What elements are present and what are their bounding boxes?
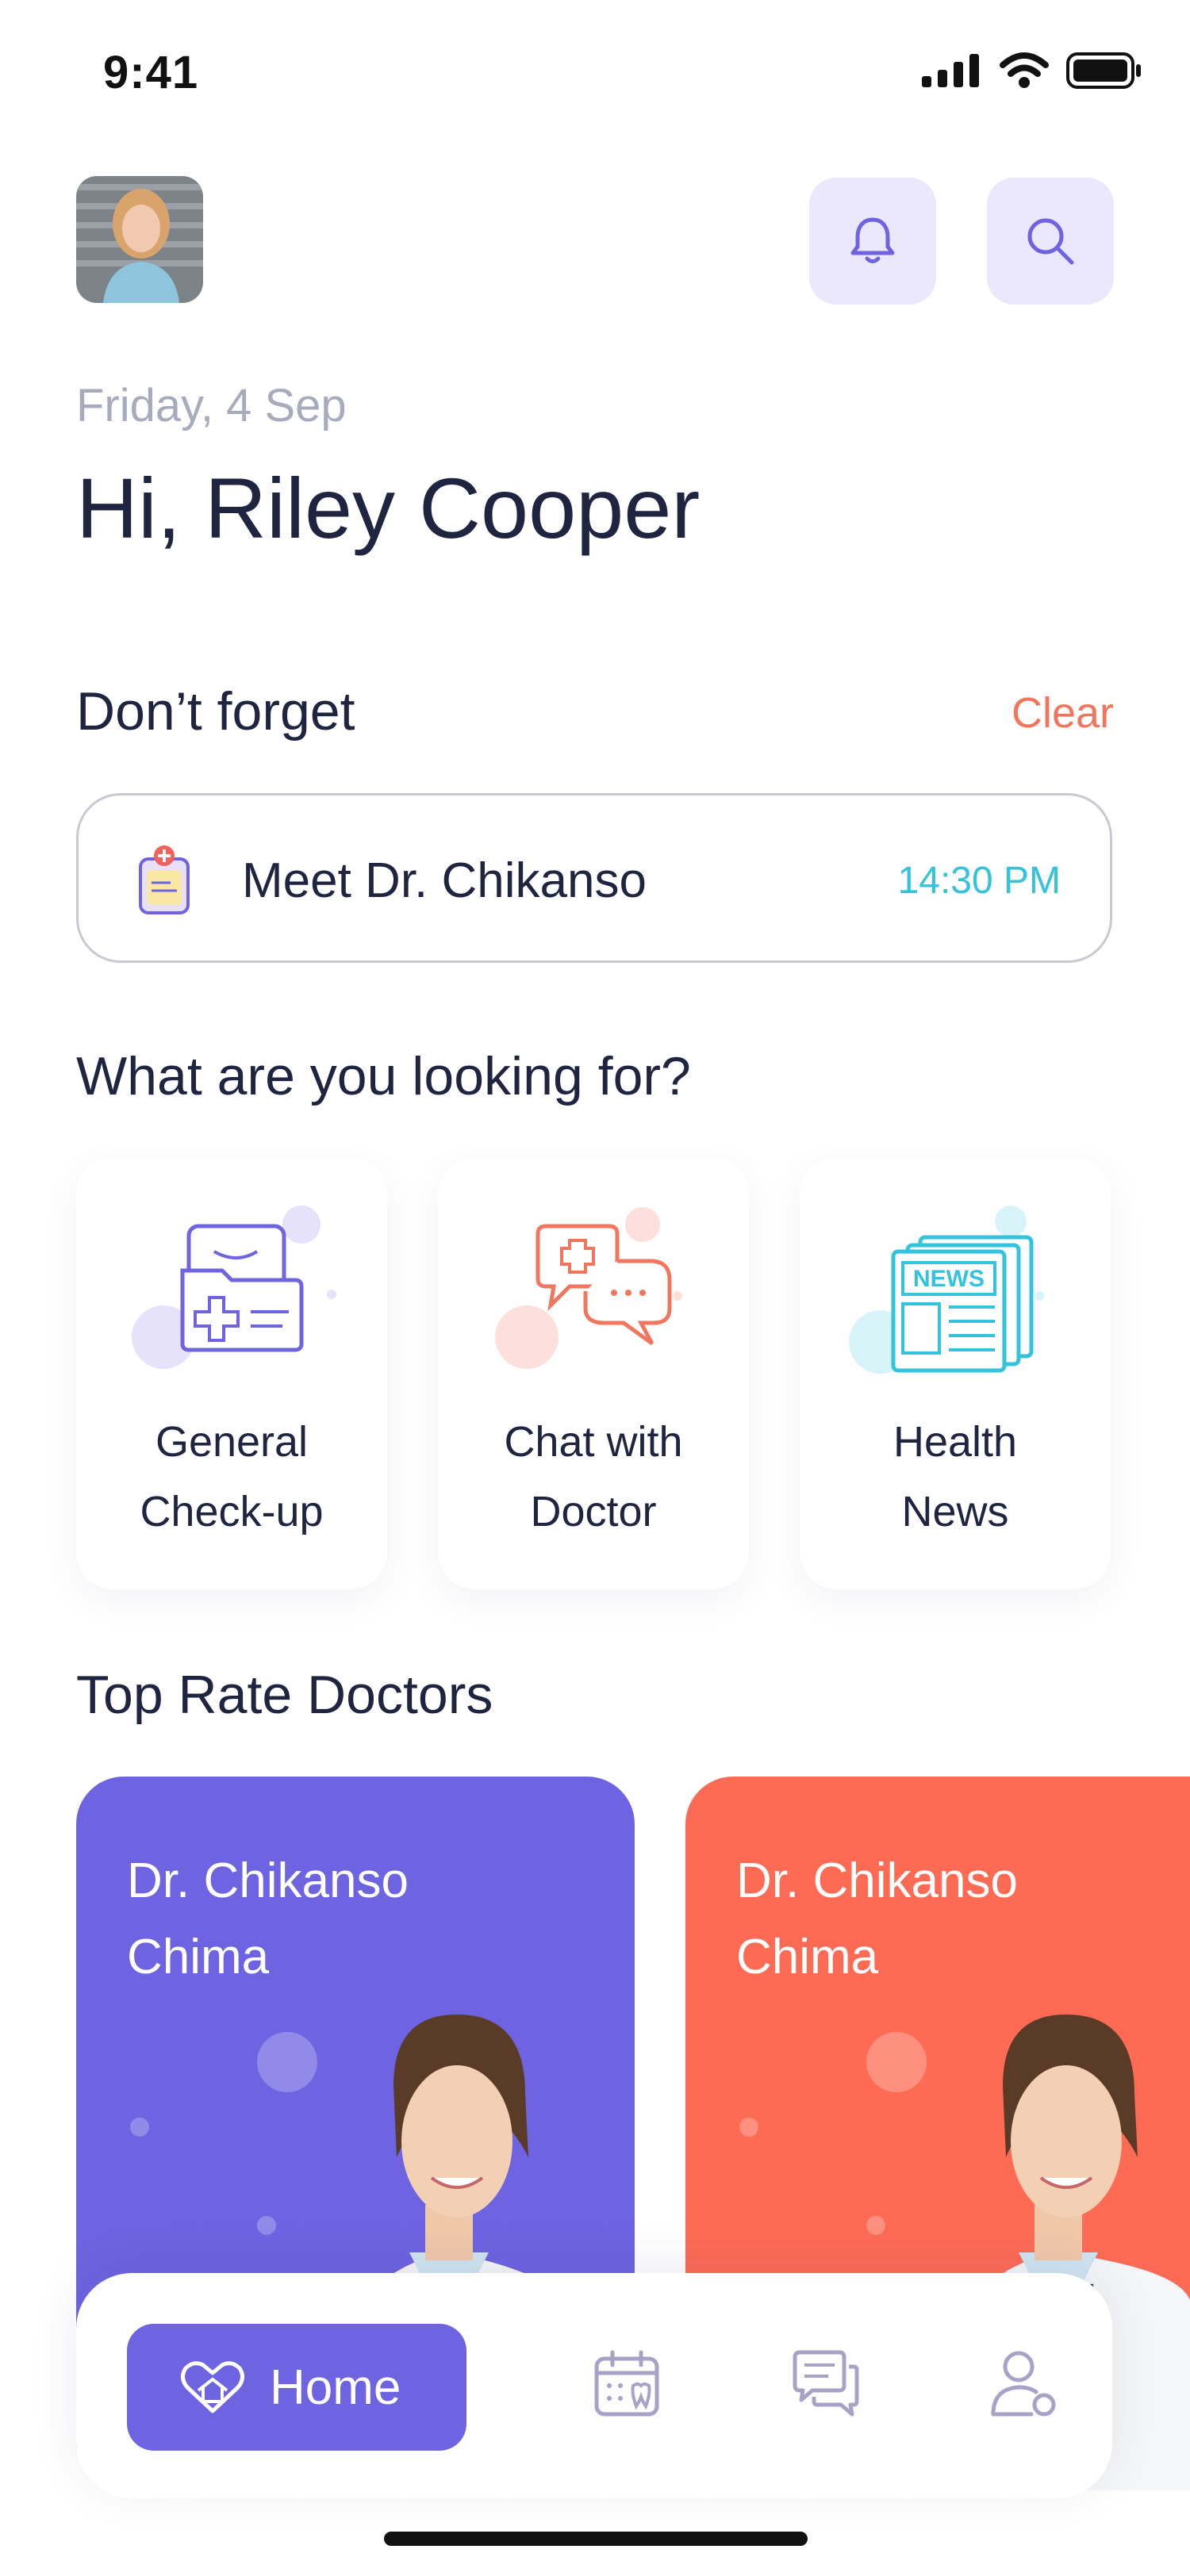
- newspaper-icon: NEWS: [849, 1206, 1044, 1374]
- signal-icon: [922, 54, 979, 87]
- home-indicator: [384, 2532, 808, 2546]
- reminder-time: 14:30 PM: [897, 860, 1061, 902]
- battery-icon: [1066, 52, 1141, 89]
- user-avatar[interactable]: [76, 176, 203, 303]
- status-time: 9:41: [103, 47, 199, 98]
- medical-chat-icon: [495, 1207, 682, 1369]
- reminder-card[interactable]: Meet Dr. Chikanso 14:30 PM: [76, 793, 1112, 963]
- service-label-line2: Doctor: [530, 1488, 657, 1535]
- status-icons: [922, 52, 1142, 89]
- service-card-chat[interactable]: Chat with Doctor: [438, 1158, 749, 1589]
- service-label-line1: General: [155, 1418, 309, 1466]
- chat-icon[interactable]: [790, 2349, 860, 2419]
- medical-folder-icon: [132, 1206, 336, 1369]
- notifications-button[interactable]: [809, 178, 936, 305]
- clipboard-medical-icon: [139, 845, 190, 914]
- nav-home-label: Home: [270, 2359, 401, 2415]
- clear-button[interactable]: Clear: [1012, 688, 1114, 738]
- bell-icon: [850, 217, 895, 263]
- reminders-title: Don’t forget: [76, 681, 355, 742]
- services-title: What are you looking for?: [76, 1046, 691, 1106]
- home-heart-icon: [181, 2361, 244, 2413]
- news-icon-text: NEWS: [913, 1266, 985, 1292]
- current-date: Friday, 4 Sep: [76, 380, 347, 431]
- profile-icon[interactable]: [988, 2349, 1058, 2419]
- search-button[interactable]: [987, 178, 1114, 305]
- calendar-tooth-icon[interactable]: [592, 2349, 662, 2419]
- reminder-title: Meet Dr. Chikanso: [242, 853, 647, 908]
- greeting-title: Hi, Riley Cooper: [76, 460, 701, 556]
- wifi-icon: [1000, 52, 1049, 88]
- nav-home-button[interactable]: Home: [127, 2324, 466, 2451]
- service-label-line2: News: [901, 1488, 1009, 1535]
- service-label-line1: Health: [892, 1418, 1018, 1466]
- service-label-line2: Check-up: [140, 1488, 324, 1535]
- search-icon: [1027, 218, 1074, 265]
- doctors-title: Top Rate Doctors: [76, 1665, 493, 1725]
- service-card-checkup[interactable]: General Check-up: [76, 1158, 387, 1589]
- service-card-news[interactable]: NEWS Health News: [800, 1158, 1111, 1589]
- bottom-navigation: Home: [76, 2273, 1112, 2498]
- service-label-line1: Chat with: [504, 1418, 683, 1466]
